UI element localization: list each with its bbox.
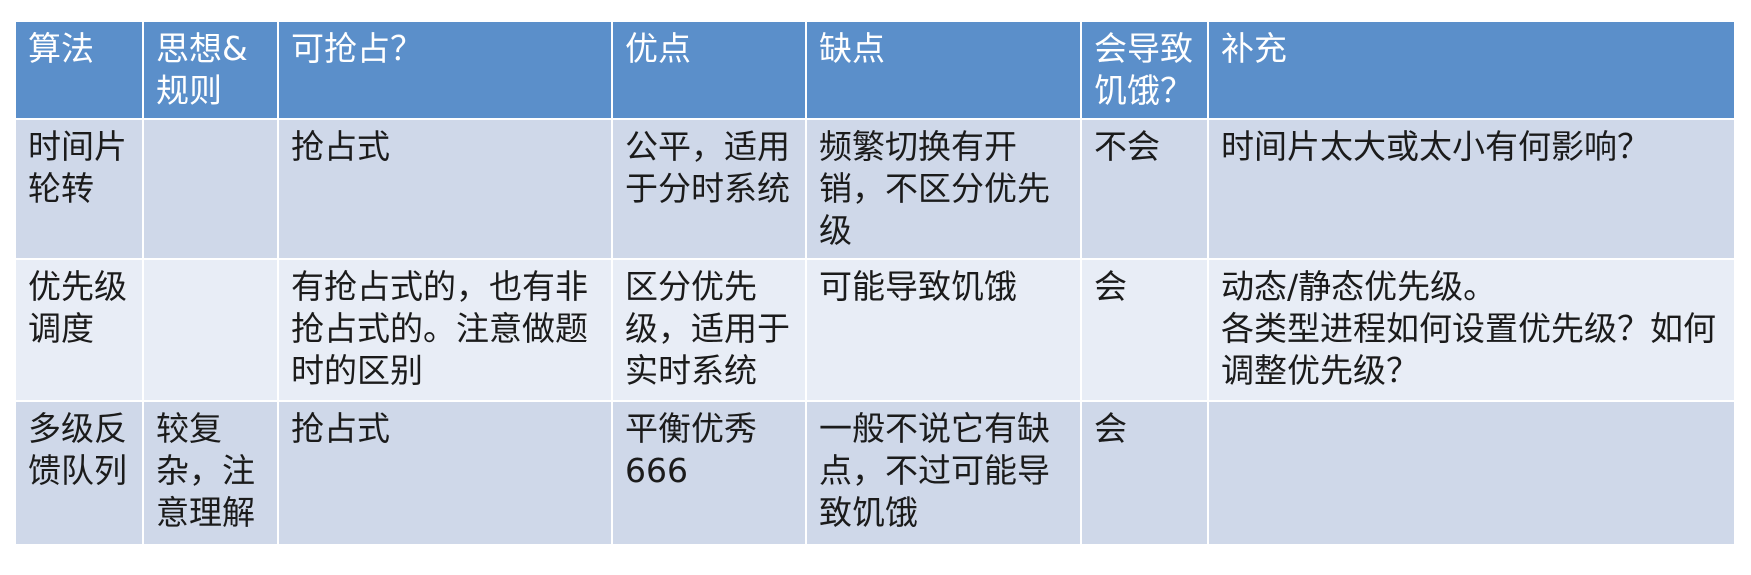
cell-cons: 一般不说它有缺点，不过可能导致饥饿 [805,400,1082,546]
cell-algorithm: 优先级调度 [14,258,144,402]
cell-idea-rules [142,118,279,260]
scheduling-algorithms-table: 算法 思想&规则 可抢占？ 优点 缺点 会导致饥饿？ 补充 时间片轮转 抢占式 … [14,20,1736,546]
pros-line: 平衡优秀 [625,409,757,448]
table-header: 算法 思想&规则 可抢占？ 优点 缺点 会导致饥饿？ 补充 [14,20,1736,120]
cell-preemptive: 抢占式 [277,118,613,260]
table-row: 多级反馈队列 较复杂，注意理解 抢占式 平衡优秀 666 一般不说它有缺点，不过… [14,400,1736,546]
cell-preemptive: 抢占式 [277,400,613,546]
cell-pros: 公平，适用于分时系统 [611,118,807,260]
cell-cons: 频繁切换有开销，不区分优先级 [805,118,1082,260]
cell-pros: 平衡优秀 666 [611,400,807,546]
header-cons: 缺点 [805,20,1082,120]
header-idea-rules: 思想&规则 [142,20,279,120]
pros-line: 666 [625,451,688,490]
cell-notes: 动态/静态优先级。 各类型进程如何设置优先级？如何调整优先级？ [1207,258,1736,402]
header-starvation: 会导致饥饿？ [1080,20,1209,120]
notes-line: 各类型进程如何设置优先级？如何调整优先级？ [1221,309,1716,390]
cell-starvation: 不会 [1080,118,1209,260]
cell-starvation: 会 [1080,258,1209,402]
table-row: 优先级调度 有抢占式的，也有非抢占式的。注意做题时的区别 区分优先级，适用于实时… [14,258,1736,402]
cell-algorithm: 时间片轮转 [14,118,144,260]
header-algorithm: 算法 [14,20,144,120]
cell-notes [1207,400,1736,546]
table-body: 时间片轮转 抢占式 公平，适用于分时系统 频繁切换有开销，不区分优先级 不会 时… [14,118,1736,546]
table-row: 时间片轮转 抢占式 公平，适用于分时系统 频繁切换有开销，不区分优先级 不会 时… [14,118,1736,260]
notes-line: 动态/静态优先级。 [1221,267,1497,306]
scheduling-algorithms-table-container: 算法 思想&规则 可抢占？ 优点 缺点 会导致饥饿？ 补充 时间片轮转 抢占式 … [14,20,1736,546]
cell-idea-rules: 较复杂，注意理解 [142,400,279,546]
cell-pros: 区分优先级，适用于实时系统 [611,258,807,402]
header-pros: 优点 [611,20,807,120]
cell-starvation: 会 [1080,400,1209,546]
cell-algorithm: 多级反馈队列 [14,400,144,546]
cell-preemptive: 有抢占式的，也有非抢占式的。注意做题时的区别 [277,258,613,402]
cell-cons: 可能导致饥饿 [805,258,1082,402]
cell-notes: 时间片太大或太小有何影响？ [1207,118,1736,260]
header-row: 算法 思想&规则 可抢占？ 优点 缺点 会导致饥饿？ 补充 [14,20,1736,120]
header-preemptive: 可抢占？ [277,20,613,120]
header-notes: 补充 [1207,20,1736,120]
cell-idea-rules [142,258,279,402]
